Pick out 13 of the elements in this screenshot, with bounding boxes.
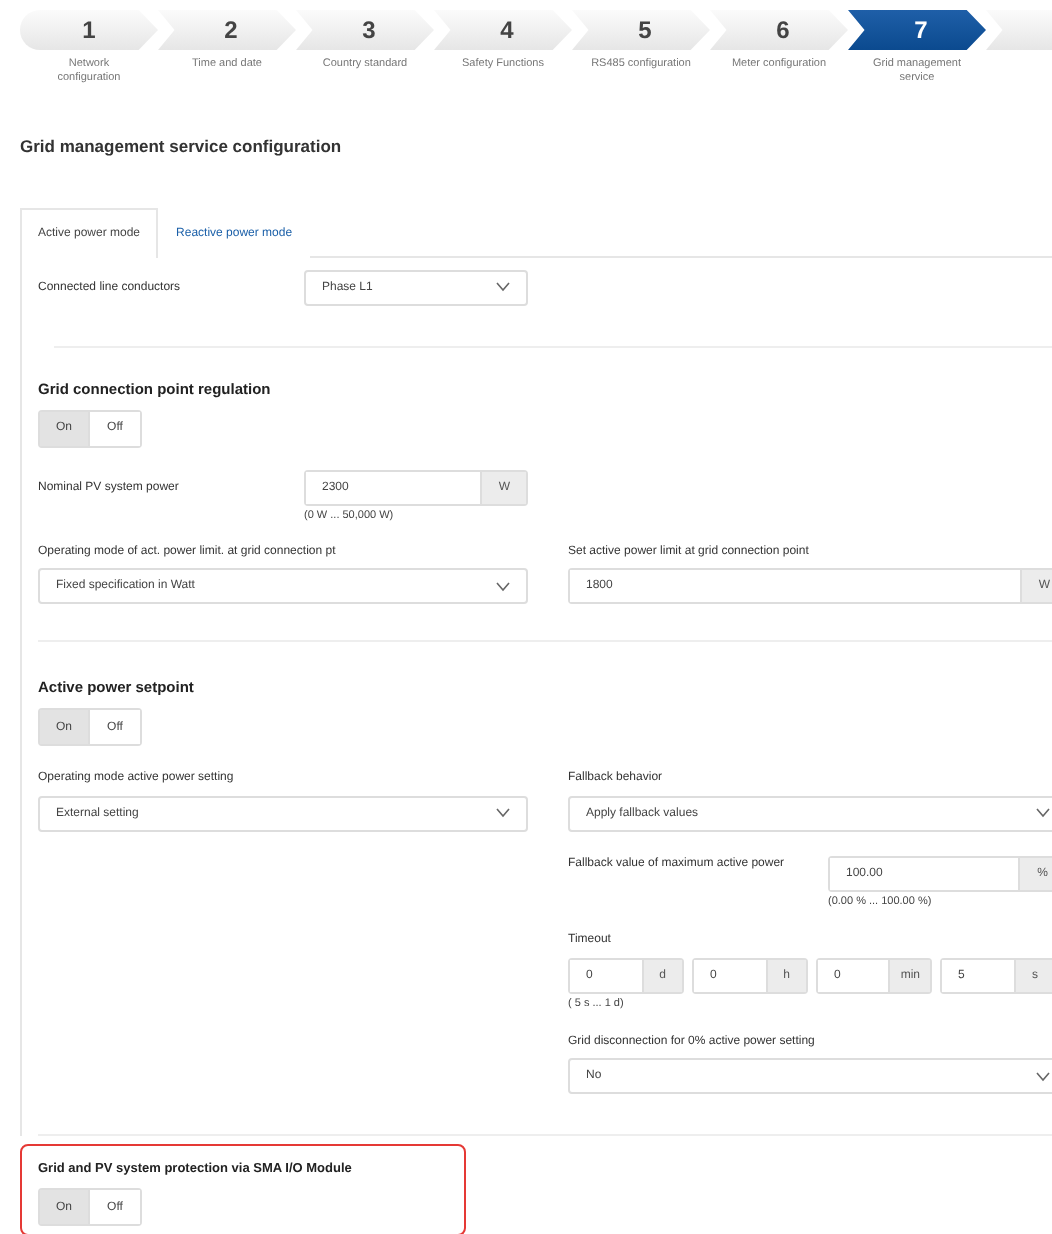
wizard-step[interactable]: 6 (710, 10, 848, 50)
chevron-down-icon (496, 282, 510, 293)
wizard-step[interactable]: 7 (848, 10, 986, 50)
wizard-step[interactable]: 1 (20, 10, 158, 50)
page-title: Grid management service configuration (20, 135, 344, 156)
wizard-step[interactable]: 5 (572, 10, 710, 50)
chevron-down-icon (1036, 808, 1050, 819)
chevron-down-icon (1036, 1071, 1050, 1082)
wizard-step[interactable]: 3 (296, 10, 434, 50)
wizard-step[interactable]: 2 (158, 10, 296, 50)
chevron-down-icon (496, 808, 510, 819)
chevron-down-icon (496, 581, 510, 592)
wizard-step[interactable]: 4 (434, 10, 572, 50)
